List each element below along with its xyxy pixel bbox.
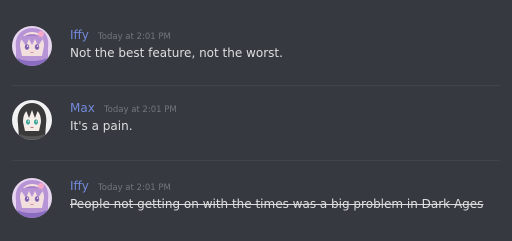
message-content-strikethrough: People not getting on with the times was… <box>70 197 484 211</box>
message-item: Max Today at 2:01 PM It's a pain. <box>0 98 512 148</box>
message-item: Iffy Today at 2:01 PM Not the best featu… <box>0 25 512 75</box>
message-item: Iffy Today at 2:01 PM People not getting… <box>0 176 512 226</box>
anime-girl-avatar-icon <box>12 26 52 66</box>
message-header: Iffy Today at 2:01 PM <box>70 176 171 197</box>
user-avatar-max[interactable] <box>12 100 52 140</box>
message-header: Iffy Today at 2:01 PM <box>70 25 171 46</box>
chat-messages: Iffy Today at 2:01 PM Not the best featu… <box>0 0 512 241</box>
timestamp: Today at 2:01 PM <box>103 105 177 115</box>
message-divider <box>12 160 500 161</box>
username[interactable]: Iffy <box>70 28 89 42</box>
timestamp: Today at 2:01 PM <box>98 32 171 42</box>
message-content: It's a pain. <box>70 119 133 133</box>
user-avatar-iffy[interactable] <box>12 178 52 218</box>
username[interactable]: Max <box>70 101 95 115</box>
timestamp: Today at 2:01 PM <box>98 183 171 193</box>
message-divider <box>12 85 500 86</box>
username[interactable]: Iffy <box>70 179 89 193</box>
user-avatar-iffy[interactable] <box>12 26 52 66</box>
anime-character-avatar-icon <box>12 100 52 140</box>
message-header: Max Today at 2:01 PM <box>70 98 177 119</box>
message-content: Not the best feature, not the worst. <box>70 46 283 60</box>
anime-girl-avatar-icon <box>12 178 52 218</box>
